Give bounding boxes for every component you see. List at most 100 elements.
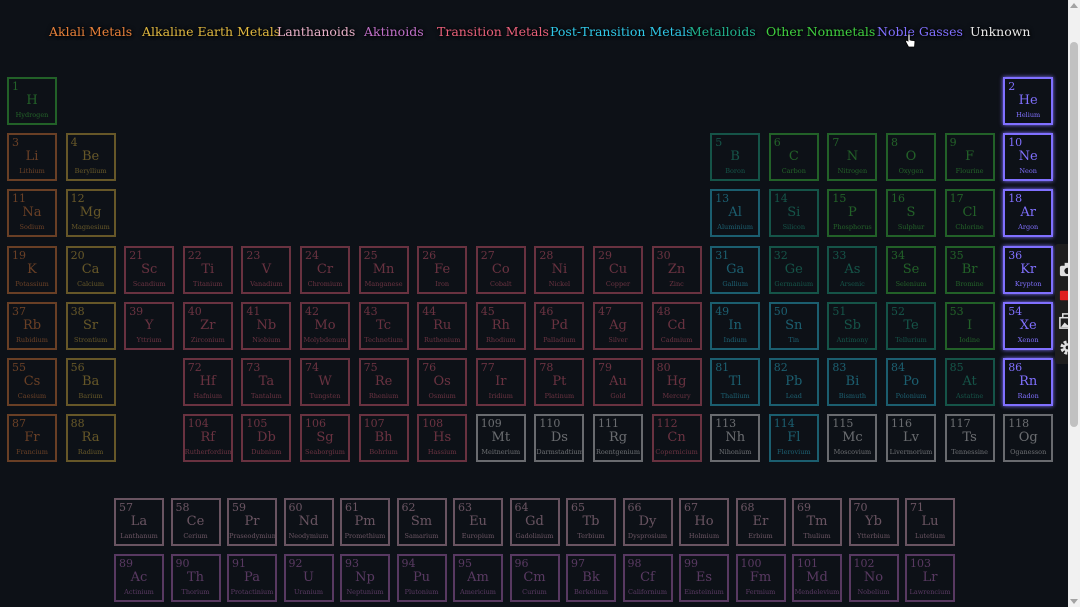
element-cell-bh[interactable]: 107 Bh Bohrium [358,414,409,463]
element-cell-f[interactable]: 9 F Flourine [944,133,995,182]
element-cell-li[interactable]: 3 Li Lithium [7,133,57,182]
element-cell-at[interactable]: 85 At Astatine [944,358,995,406]
element-cell-fl[interactable]: 114 Fl Flerovium [768,414,819,463]
element-cell-k[interactable]: 19 K Potassium [7,245,57,294]
vertical-scrollbar[interactable] [1068,0,1080,607]
element-cell-rn[interactable]: 86 Rn Radon [1003,358,1054,406]
element-cell-fr[interactable]: 87 Fr Francium [7,414,57,463]
element-cell-ds[interactable]: 110 Ds Darmstadtium [534,414,585,463]
element-cell-br[interactable]: 35 Br Bromine [944,245,995,294]
element-cell-rh[interactable]: 45 Rh Rhodium [475,301,526,350]
element-cell-p[interactable]: 15 P Phosphorus [827,189,878,238]
element-cell-tc[interactable]: 43 Tc Technetium [358,301,409,350]
element-cell-al[interactable]: 13 Al Aluminium [710,189,761,238]
element-cell-cf[interactable]: 98 Cf Californium [622,554,673,602]
element-cell-as[interactable]: 33 As Arsenic [827,245,878,294]
element-cell-pt[interactable]: 78 Pt Platinum [534,358,585,406]
element-cell-cr[interactable]: 24 Cr Chromium [300,245,350,294]
element-cell-te[interactable]: 52 Te Tellurium [886,301,936,350]
element-cell-es[interactable]: 99 Es Einsteinium [679,554,729,602]
element-cell-ca[interactable]: 20 Ca Calcium [65,245,116,294]
element-cell-er[interactable]: 68 Er Erbium [735,498,786,546]
element-cell-hg[interactable]: 80 Hg Mercury [651,358,702,406]
element-cell-ge[interactable]: 32 Ge Germanium [768,245,819,294]
element-cell-lr[interactable]: 103 Lr Lawrencium [905,554,955,602]
element-cell-po[interactable]: 84 Po Polonium [886,358,936,406]
element-cell-bk[interactable]: 97 Bk Berkelium [566,554,616,602]
element-cell-s[interactable]: 16 S Sulphur [886,189,936,238]
element-cell-lv[interactable]: 116 Lv Livermorium [886,414,936,463]
scroll-down-arrow-icon[interactable] [1070,599,1078,604]
element-cell-b[interactable]: 5 B Boron [710,133,761,182]
element-cell-ra[interactable]: 88 Ra Radium [65,414,116,463]
element-cell-sc[interactable]: 21 Sc Scandium [124,245,175,294]
element-cell-dy[interactable]: 66 Dy Dysprosium [622,498,673,546]
element-cell-ce[interactable]: 58 Ce Cerium [170,498,221,546]
element-cell-zr[interactable]: 40 Zr Zirconium [182,301,233,350]
element-cell-fe[interactable]: 26 Fe Iron [417,245,468,294]
element-cell-ga[interactable]: 31 Ga Gallium [710,245,761,294]
element-cell-no[interactable]: 102 No Nobelium [848,554,899,602]
element-cell-ti[interactable]: 22 Ti Titanium [182,245,233,294]
element-cell-sb[interactable]: 51 Sb Antimony [827,301,878,350]
element-cell-si[interactable]: 14 Si Silicon [768,189,819,238]
element-cell-yb[interactable]: 70 Yb Ytterbium [848,498,899,546]
element-cell-nh[interactable]: 113 Nh Nihonium [710,414,761,463]
element-cell-os[interactable]: 76 Os Osmium [417,358,468,406]
element-cell-pu[interactable]: 94 Pu Plutonium [396,554,447,602]
element-cell-sr[interactable]: 38 Sr Strontium [65,301,116,350]
element-cell-rg[interactable]: 111 Rg Roentgenium [593,414,643,463]
element-cell-pm[interactable]: 61 Pm Promethium [340,498,390,546]
element-cell-ar[interactable]: 18 Ar Argon [1003,189,1054,238]
element-cell-cn[interactable]: 112 Cn Copernicium [651,414,702,463]
element-cell-tl[interactable]: 81 Tl Thallium [710,358,761,406]
element-cell-tb[interactable]: 65 Tb Terbium [566,498,616,546]
element-cell-la[interactable]: 57 La Lanthanum [114,498,164,546]
element-cell-cm[interactable]: 96 Cm Curium [509,554,560,602]
element-cell-be[interactable]: 4 Be Beryllium [65,133,116,182]
element-cell-bi[interactable]: 83 Bi Bismuth [827,358,878,406]
element-cell-he[interactable]: 2 He Helium [1003,77,1054,125]
element-cell-rb[interactable]: 37 Rb Rubidium [7,301,57,350]
element-cell-u[interactable]: 92 U Uranium [283,554,334,602]
element-cell-md[interactable]: 101 Md Mendelevium [792,554,842,602]
element-cell-am[interactable]: 95 Am Americium [453,554,503,602]
element-cell-mo[interactable]: 42 Mo Molybdenum [300,301,350,350]
element-cell-pd[interactable]: 46 Pd Palladium [534,301,585,350]
element-cell-nd[interactable]: 60 Nd Neodymium [283,498,334,546]
element-cell-v[interactable]: 23 V Vanadium [241,245,292,294]
element-cell-eu[interactable]: 63 Eu Europium [453,498,503,546]
element-cell-pa[interactable]: 91 Pa Protactinium [227,554,277,602]
element-cell-mn[interactable]: 25 Mn Manganese [358,245,409,294]
element-cell-n[interactable]: 7 N Nitrogen [827,133,878,182]
element-cell-cs[interactable]: 55 Cs Caesium [7,358,57,406]
element-cell-ni[interactable]: 28 Ni Nickel [534,245,585,294]
element-cell-rf[interactable]: 104 Rf Rutherfordium [182,414,233,463]
element-cell-sm[interactable]: 62 Sm Samarium [396,498,447,546]
element-cell-fm[interactable]: 100 Fm Fermium [735,554,786,602]
element-cell-cu[interactable]: 29 Cu Copper [593,245,643,294]
element-cell-y[interactable]: 39 Y Yttrium [124,301,175,350]
element-cell-mc[interactable]: 115 Mc Moscovium [827,414,878,463]
element-cell-db[interactable]: 105 Db Dubnium [241,414,292,463]
element-cell-co[interactable]: 27 Co Cobalt [475,245,526,294]
scroll-up-arrow-icon[interactable] [1070,3,1078,8]
element-cell-pb[interactable]: 82 Pb Lead [768,358,819,406]
element-cell-ne[interactable]: 10 Ne Neon [1003,133,1054,182]
element-cell-ho[interactable]: 67 Ho Holmium [679,498,729,546]
element-cell-mt[interactable]: 109 Mt Meitnerium [475,414,526,463]
element-cell-zn[interactable]: 30 Zn Zinc [651,245,702,294]
element-cell-nb[interactable]: 41 Nb Niobium [241,301,292,350]
element-cell-ba[interactable]: 56 Ba Barium [65,358,116,406]
scrollbar-thumb[interactable] [1070,42,1078,427]
element-cell-ta[interactable]: 73 Ta Tantalum [241,358,292,406]
element-cell-i[interactable]: 53 I Iodine [944,301,995,350]
element-cell-ru[interactable]: 44 Ru Ruthenium [417,301,468,350]
element-cell-kr[interactable]: 36 Kr Krypton [1003,245,1054,294]
element-cell-np[interactable]: 93 Np Neptunium [340,554,390,602]
element-cell-o[interactable]: 8 O Oxygen [886,133,936,182]
element-cell-sn[interactable]: 50 Sn Tin [768,301,819,350]
element-cell-pr[interactable]: 59 Pr Praseodymium [227,498,277,546]
element-cell-h[interactable]: 1 H Hydrogen [7,77,57,125]
element-cell-lu[interactable]: 71 Lu Lutetium [905,498,955,546]
